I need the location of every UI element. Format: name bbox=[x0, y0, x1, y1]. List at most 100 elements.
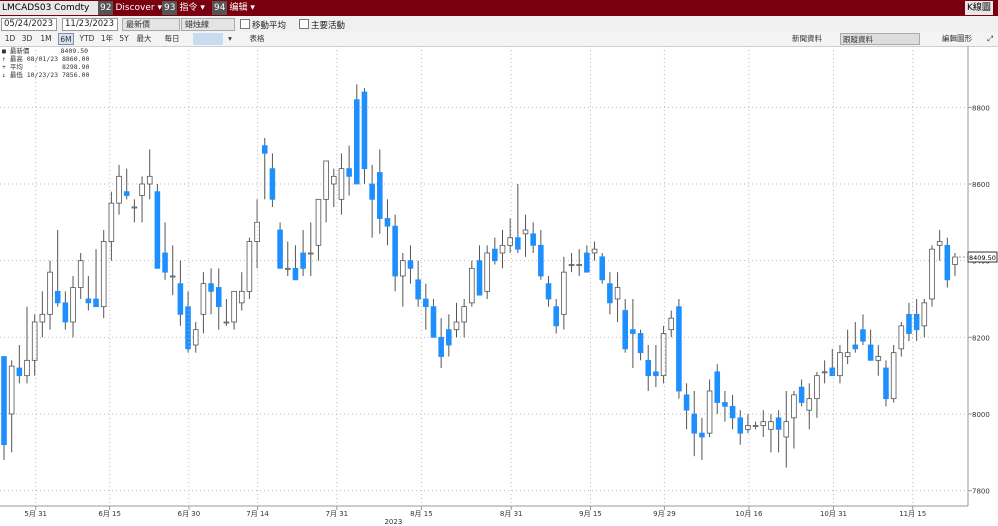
period-button-6[interactable]: 5Y bbox=[117, 33, 131, 45]
candle-body bbox=[806, 398, 813, 411]
actions-icon: 93 bbox=[162, 1, 178, 15]
candle-body bbox=[706, 390, 713, 434]
actions-button[interactable]: 93 指令 ▾ bbox=[162, 1, 205, 15]
x-tick-label: 5月 31 bbox=[24, 510, 47, 518]
candle-body bbox=[507, 237, 513, 246]
candle-body bbox=[561, 271, 567, 315]
candle-body bbox=[584, 252, 590, 273]
period-button-2[interactable]: 1M bbox=[38, 33, 54, 45]
ticker-field[interactable]: LMCADS03 Comdty bbox=[0, 1, 98, 15]
candle-body bbox=[377, 172, 383, 219]
chevron-down-icon[interactable]: ▾ bbox=[227, 33, 233, 45]
y-tick-label: 8000 bbox=[972, 411, 990, 419]
checkbox-icon bbox=[240, 19, 250, 29]
candle-body bbox=[837, 352, 843, 377]
candle-body bbox=[668, 317, 675, 331]
news-dropdown[interactable]: 新聞資料 bbox=[787, 33, 827, 45]
y-tick-label: 7800 bbox=[972, 488, 990, 496]
period-button-8[interactable]: 每日 bbox=[157, 33, 187, 45]
candle-body bbox=[783, 421, 790, 438]
candle-body bbox=[177, 283, 184, 315]
field-dropdown[interactable]: 最新價 bbox=[122, 18, 180, 31]
candle-body bbox=[231, 290, 237, 323]
period-button-3[interactable]: 6M bbox=[58, 33, 74, 45]
last-price-label: 8409.50 bbox=[969, 254, 996, 262]
period-button-7[interactable]: 最大 bbox=[135, 33, 153, 45]
title-bar: LMCADS03 Comdty 92 Discover ▾ 93 指令 ▾ 94 编辑… bbox=[0, 0, 998, 16]
candle-body bbox=[208, 283, 214, 292]
candle-body bbox=[47, 271, 53, 315]
candle-body bbox=[752, 425, 759, 427]
end-date-input[interactable]: 11/23/2023 bbox=[62, 18, 118, 31]
candle-body bbox=[93, 298, 99, 308]
candle-body bbox=[791, 394, 797, 419]
candle-body bbox=[699, 432, 705, 438]
period-button-4[interactable]: YTD bbox=[78, 33, 96, 45]
edit-button[interactable]: 94 编辑 ▾ bbox=[212, 1, 255, 15]
candle-body bbox=[369, 183, 375, 200]
style-dropdown[interactable]: 蜡烛線 bbox=[181, 18, 235, 31]
edit-icon: 94 bbox=[212, 1, 228, 15]
candle-body bbox=[461, 306, 467, 323]
candle-body bbox=[499, 244, 506, 254]
candle-body bbox=[85, 298, 92, 304]
candle-body bbox=[852, 344, 859, 350]
edit-chart-button[interactable]: 編輯圖形 bbox=[937, 33, 977, 45]
candle-body bbox=[944, 244, 951, 281]
x-tick-label: 8月 15 bbox=[410, 510, 433, 518]
candle-body bbox=[729, 405, 736, 419]
y-tick-label: 8600 bbox=[972, 181, 990, 189]
start-date-input[interactable]: 05/24/2023 bbox=[1, 18, 57, 31]
candle-body bbox=[246, 241, 253, 292]
period-slider[interactable] bbox=[193, 33, 223, 45]
period-button-1[interactable]: 3D bbox=[20, 33, 34, 45]
candle-body bbox=[346, 168, 352, 177]
candle-body bbox=[116, 175, 122, 204]
tracking-input[interactable]: 跟蹤資料 bbox=[840, 33, 920, 45]
candle-body bbox=[54, 290, 61, 304]
y-tick-label: 8800 bbox=[972, 104, 990, 112]
x-tick-label: 7月 31 bbox=[326, 510, 349, 518]
candle-body bbox=[683, 394, 690, 411]
candle-body bbox=[622, 310, 628, 350]
candle-body bbox=[185, 306, 191, 350]
candle-body bbox=[223, 321, 230, 324]
x-tick-label: 7月 14 bbox=[246, 510, 269, 518]
discover-icon: 92 bbox=[98, 1, 114, 15]
moving-avg-label: 移動平均 bbox=[252, 21, 287, 31]
period-button-0[interactable]: 1D bbox=[3, 33, 17, 45]
actions-label: 指令 bbox=[179, 3, 198, 13]
candle-body bbox=[599, 256, 605, 281]
chart-type-button[interactable]: K線圖 bbox=[965, 1, 993, 15]
discover-button[interactable]: 92 Discover ▾ bbox=[98, 1, 162, 15]
candle-body bbox=[614, 287, 621, 300]
x-tick-label: 6月 30 bbox=[178, 510, 201, 518]
candle-body bbox=[630, 329, 636, 334]
candle-body bbox=[254, 221, 260, 242]
candle-body bbox=[607, 283, 613, 304]
candle-body bbox=[898, 325, 905, 350]
candlestick-chart[interactable]: 7800800082008400860088008409.505月 316月 1… bbox=[0, 46, 998, 526]
moving-avg-checkbox[interactable]: 移動平均 bbox=[240, 19, 286, 32]
candle-body bbox=[814, 375, 820, 400]
candle-body bbox=[798, 386, 805, 403]
candle-body bbox=[62, 302, 69, 323]
candle-body bbox=[553, 306, 559, 327]
candle-body bbox=[906, 313, 912, 334]
candle-body bbox=[745, 425, 751, 430]
candle-body bbox=[545, 283, 552, 300]
candle-body bbox=[921, 302, 928, 327]
key-events-checkbox[interactable]: 主要活動 bbox=[299, 19, 345, 32]
candle-body bbox=[415, 279, 421, 300]
period-button-5[interactable]: 1年 bbox=[100, 33, 114, 45]
candle-body bbox=[913, 313, 920, 331]
table-button[interactable]: 表格 bbox=[247, 33, 267, 45]
candle-body bbox=[238, 290, 245, 304]
candle-body bbox=[392, 225, 398, 277]
candle-body bbox=[39, 313, 46, 323]
candle-body bbox=[423, 298, 429, 308]
candle-body bbox=[361, 91, 368, 170]
expand-icon[interactable]: ⤢ bbox=[985, 33, 995, 45]
candle-body bbox=[169, 275, 176, 278]
candle-body bbox=[660, 333, 667, 377]
